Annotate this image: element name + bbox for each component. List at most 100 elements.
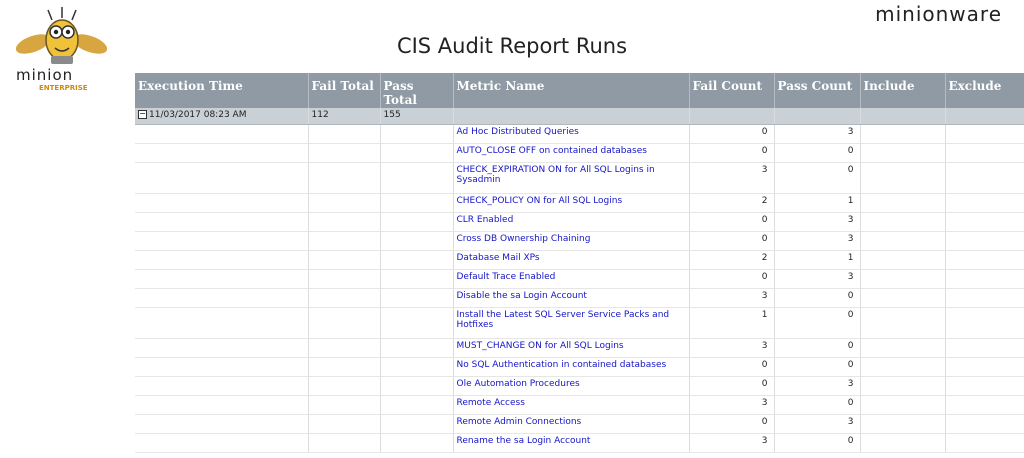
- header-fail-count[interactable]: Fail Count: [689, 73, 775, 108]
- empty-cell: [308, 376, 381, 396]
- header-execution-time[interactable]: Execution Time: [135, 73, 309, 108]
- include-cell: [860, 212, 946, 232]
- include-cell: [860, 269, 946, 289]
- metric-name-link[interactable]: Ad Hoc Distributed Queries: [453, 124, 690, 144]
- header-metric-name[interactable]: Metric Name: [453, 73, 690, 108]
- exclude-cell: [945, 395, 1024, 415]
- pass-count: 0: [774, 433, 861, 453]
- group-fail-total: 112: [308, 108, 381, 125]
- fail-count: 0: [689, 376, 775, 396]
- empty-cell: [135, 288, 309, 308]
- header-fail-total[interactable]: Fail Total: [308, 73, 381, 108]
- empty-cell: [380, 357, 454, 377]
- fail-count: 3: [689, 338, 775, 358]
- pass-count: 3: [774, 376, 861, 396]
- table-row: CHECK_POLICY ON for All SQL Logins 2 1: [135, 193, 1024, 213]
- include-cell: [860, 433, 946, 453]
- empty-cell: [380, 414, 454, 434]
- exclude-cell: [945, 376, 1024, 396]
- empty-cell: [380, 433, 454, 453]
- metric-name-link[interactable]: CLR Enabled: [453, 212, 690, 232]
- empty-cell: [380, 269, 454, 289]
- group-execution-time: 11/03/2017 08:23 AM: [149, 110, 247, 120]
- empty-cell: [308, 414, 381, 434]
- header-pass-total[interactable]: Pass Total: [380, 73, 454, 108]
- empty-cell: [135, 143, 309, 163]
- fail-count: 0: [689, 212, 775, 232]
- empty-cell: [308, 269, 381, 289]
- fail-count: 2: [689, 193, 775, 213]
- table-row: CLR Enabled 0 3: [135, 212, 1024, 232]
- empty-cell: [308, 395, 381, 415]
- metric-name-link[interactable]: Cross DB Ownership Chaining: [453, 231, 690, 251]
- include-cell: [860, 288, 946, 308]
- include-cell: [860, 193, 946, 213]
- metric-name-link[interactable]: Remote Access: [453, 395, 690, 415]
- table-row: No SQL Authentication in contained datab…: [135, 357, 1024, 377]
- include-cell: [860, 338, 946, 358]
- fail-count: 1: [689, 307, 775, 339]
- empty-cell: [380, 212, 454, 232]
- empty-cell: [135, 307, 309, 339]
- empty-cell: [308, 162, 381, 194]
- exclude-cell: [945, 357, 1024, 377]
- fail-count: 3: [689, 433, 775, 453]
- empty-cell: [380, 395, 454, 415]
- metric-name-link[interactable]: CHECK_POLICY ON for All SQL Logins: [453, 193, 690, 213]
- metric-name-link[interactable]: AUTO_CLOSE OFF on contained databases: [453, 143, 690, 163]
- exclude-cell: [945, 414, 1024, 434]
- include-cell: [860, 376, 946, 396]
- empty-cell: [308, 288, 381, 308]
- fail-count: 3: [689, 162, 775, 194]
- fail-count: 0: [689, 143, 775, 163]
- empty-cell: [308, 231, 381, 251]
- empty-cell: [308, 250, 381, 270]
- metric-name-link[interactable]: Database Mail XPs: [453, 250, 690, 270]
- pass-count: 3: [774, 414, 861, 434]
- pass-count: 0: [774, 288, 861, 308]
- table-row: AUTO_CLOSE OFF on contained databases 0 0: [135, 143, 1024, 163]
- pass-count: 3: [774, 212, 861, 232]
- empty-cell: [380, 338, 454, 358]
- empty-cell: [308, 212, 381, 232]
- metric-name-link[interactable]: No SQL Authentication in contained datab…: [453, 357, 690, 377]
- minionware-logo: minionware: [875, 2, 1002, 26]
- exclude-cell: [945, 193, 1024, 213]
- exclude-cell: [945, 307, 1024, 339]
- pass-count: 1: [774, 250, 861, 270]
- metric-name-link[interactable]: Remote Admin Connections: [453, 414, 690, 434]
- pass-count: 1: [774, 193, 861, 213]
- include-cell: [860, 395, 946, 415]
- pass-count: 0: [774, 395, 861, 415]
- header-pass-count[interactable]: Pass Count: [774, 73, 861, 108]
- metric-name-link[interactable]: Ole Automation Procedures: [453, 376, 690, 396]
- header-exclude[interactable]: Exclude: [945, 73, 1024, 108]
- metric-name-link[interactable]: Rename the sa Login Account: [453, 433, 690, 453]
- empty-cell: [308, 357, 381, 377]
- group-empty-cell: [774, 108, 861, 125]
- metric-name-link[interactable]: Default Trace Enabled: [453, 269, 690, 289]
- metric-name-link[interactable]: CHECK_EXPIRATION ON for All SQL Logins i…: [453, 162, 690, 194]
- pass-count: 0: [774, 338, 861, 358]
- exclude-cell: [945, 231, 1024, 251]
- exclude-cell: [945, 433, 1024, 453]
- table-row: Remote Access 3 0: [135, 395, 1024, 415]
- include-cell: [860, 162, 946, 194]
- fail-count: 0: [689, 124, 775, 144]
- empty-cell: [135, 162, 309, 194]
- collapse-icon[interactable]: −: [138, 110, 147, 119]
- metric-name-link[interactable]: Install the Latest SQL Server Service Pa…: [453, 307, 690, 339]
- table-row: Remote Admin Connections 0 3: [135, 414, 1024, 434]
- group-row: −11/03/2017 08:23 AM 112 155: [135, 108, 1024, 125]
- report-table: Execution Time Fail Total Pass Total Met…: [135, 73, 1024, 453]
- empty-cell: [135, 269, 309, 289]
- metric-name-link[interactable]: Disable the sa Login Account: [453, 288, 690, 308]
- empty-cell: [308, 307, 381, 339]
- fail-count: 3: [689, 288, 775, 308]
- table-row: Ole Automation Procedures 0 3: [135, 376, 1024, 396]
- empty-cell: [135, 414, 309, 434]
- logo-text-minion: minion: [16, 66, 74, 84]
- metric-name-link[interactable]: MUST_CHANGE ON for All SQL Logins: [453, 338, 690, 358]
- header-include[interactable]: Include: [860, 73, 946, 108]
- fail-count: 3: [689, 395, 775, 415]
